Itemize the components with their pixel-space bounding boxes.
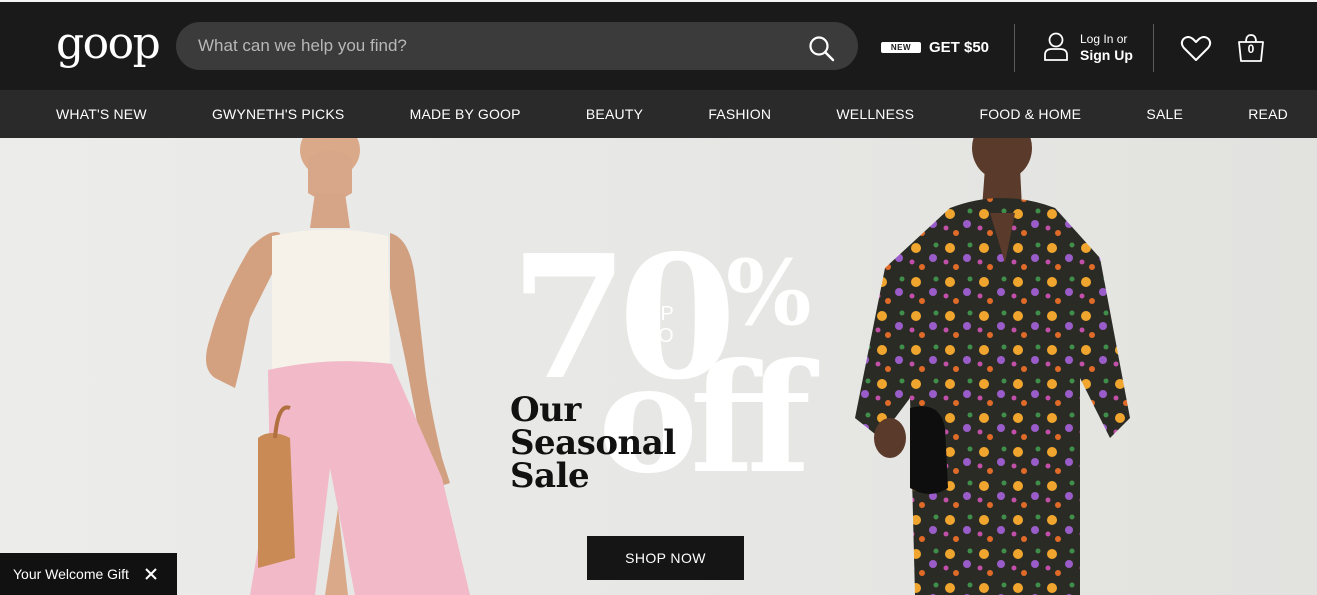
welcome-gift-tab[interactable]: Your Welcome Gift — [0, 553, 177, 595]
close-icon[interactable] — [144, 567, 158, 581]
promo-label: GET $50 — [929, 38, 990, 56]
goop-logo[interactable]: goop — [56, 18, 161, 70]
nav-item-whats-new[interactable]: WHAT'S NEW — [56, 106, 147, 122]
search-bar[interactable] — [176, 22, 858, 70]
login-label: Log In or — [1080, 32, 1128, 46]
top-header: goop NEW GET $50 Log In or Sign Up 0 — [0, 0, 1317, 90]
hero-banner[interactable]: 70 % UP TO off Our Seasonal Sale SHOP NO… — [0, 138, 1317, 595]
signup-label: Sign Up — [1080, 47, 1133, 63]
login-signup-link[interactable]: Log In or Sign Up — [1080, 31, 1133, 63]
percent-sign: % — [726, 240, 812, 346]
nav-item-gwyneths-picks[interactable]: GWYNETH'S PICKS — [212, 106, 344, 122]
search-input[interactable] — [198, 22, 798, 70]
nav-item-fashion[interactable]: FASHION — [708, 106, 771, 122]
main-nav: WHAT'S NEW GWYNETH'S PICKS MADE BY GOOP … — [0, 90, 1317, 138]
sale-headline: 70 % UP TO off Our Seasonal Sale — [510, 233, 830, 498]
new-badge: NEW — [881, 41, 921, 53]
header-divider — [1153, 24, 1154, 72]
nav-item-read[interactable]: READ — [1248, 106, 1288, 122]
left-model-image — [206, 138, 470, 595]
nav-item-food-home[interactable]: FOOD & HOME — [979, 106, 1081, 122]
subtitle-line3: Sale — [510, 456, 590, 496]
user-icon[interactable] — [1042, 31, 1070, 63]
heart-icon[interactable] — [1180, 34, 1212, 62]
shop-now-button[interactable]: SHOP NOW — [587, 536, 744, 580]
header-divider — [1014, 24, 1015, 72]
right-model-image — [855, 138, 1130, 595]
nav-item-beauty[interactable]: BEAUTY — [586, 106, 643, 122]
welcome-gift-label: Your Welcome Gift — [13, 566, 129, 582]
sale-subtitle: Our Seasonal Sale — [510, 393, 676, 496]
promo-get-50[interactable]: NEW GET $50 — [881, 37, 989, 57]
nav-item-sale[interactable]: SALE — [1146, 106, 1183, 122]
nav-item-wellness[interactable]: WELLNESS — [836, 106, 914, 122]
up-to-line1: UP — [645, 303, 675, 325]
nav-item-made-by-goop[interactable]: MADE BY GOOP — [410, 106, 521, 122]
cart-count: 0 — [1247, 42, 1255, 56]
search-icon[interactable] — [808, 35, 836, 63]
